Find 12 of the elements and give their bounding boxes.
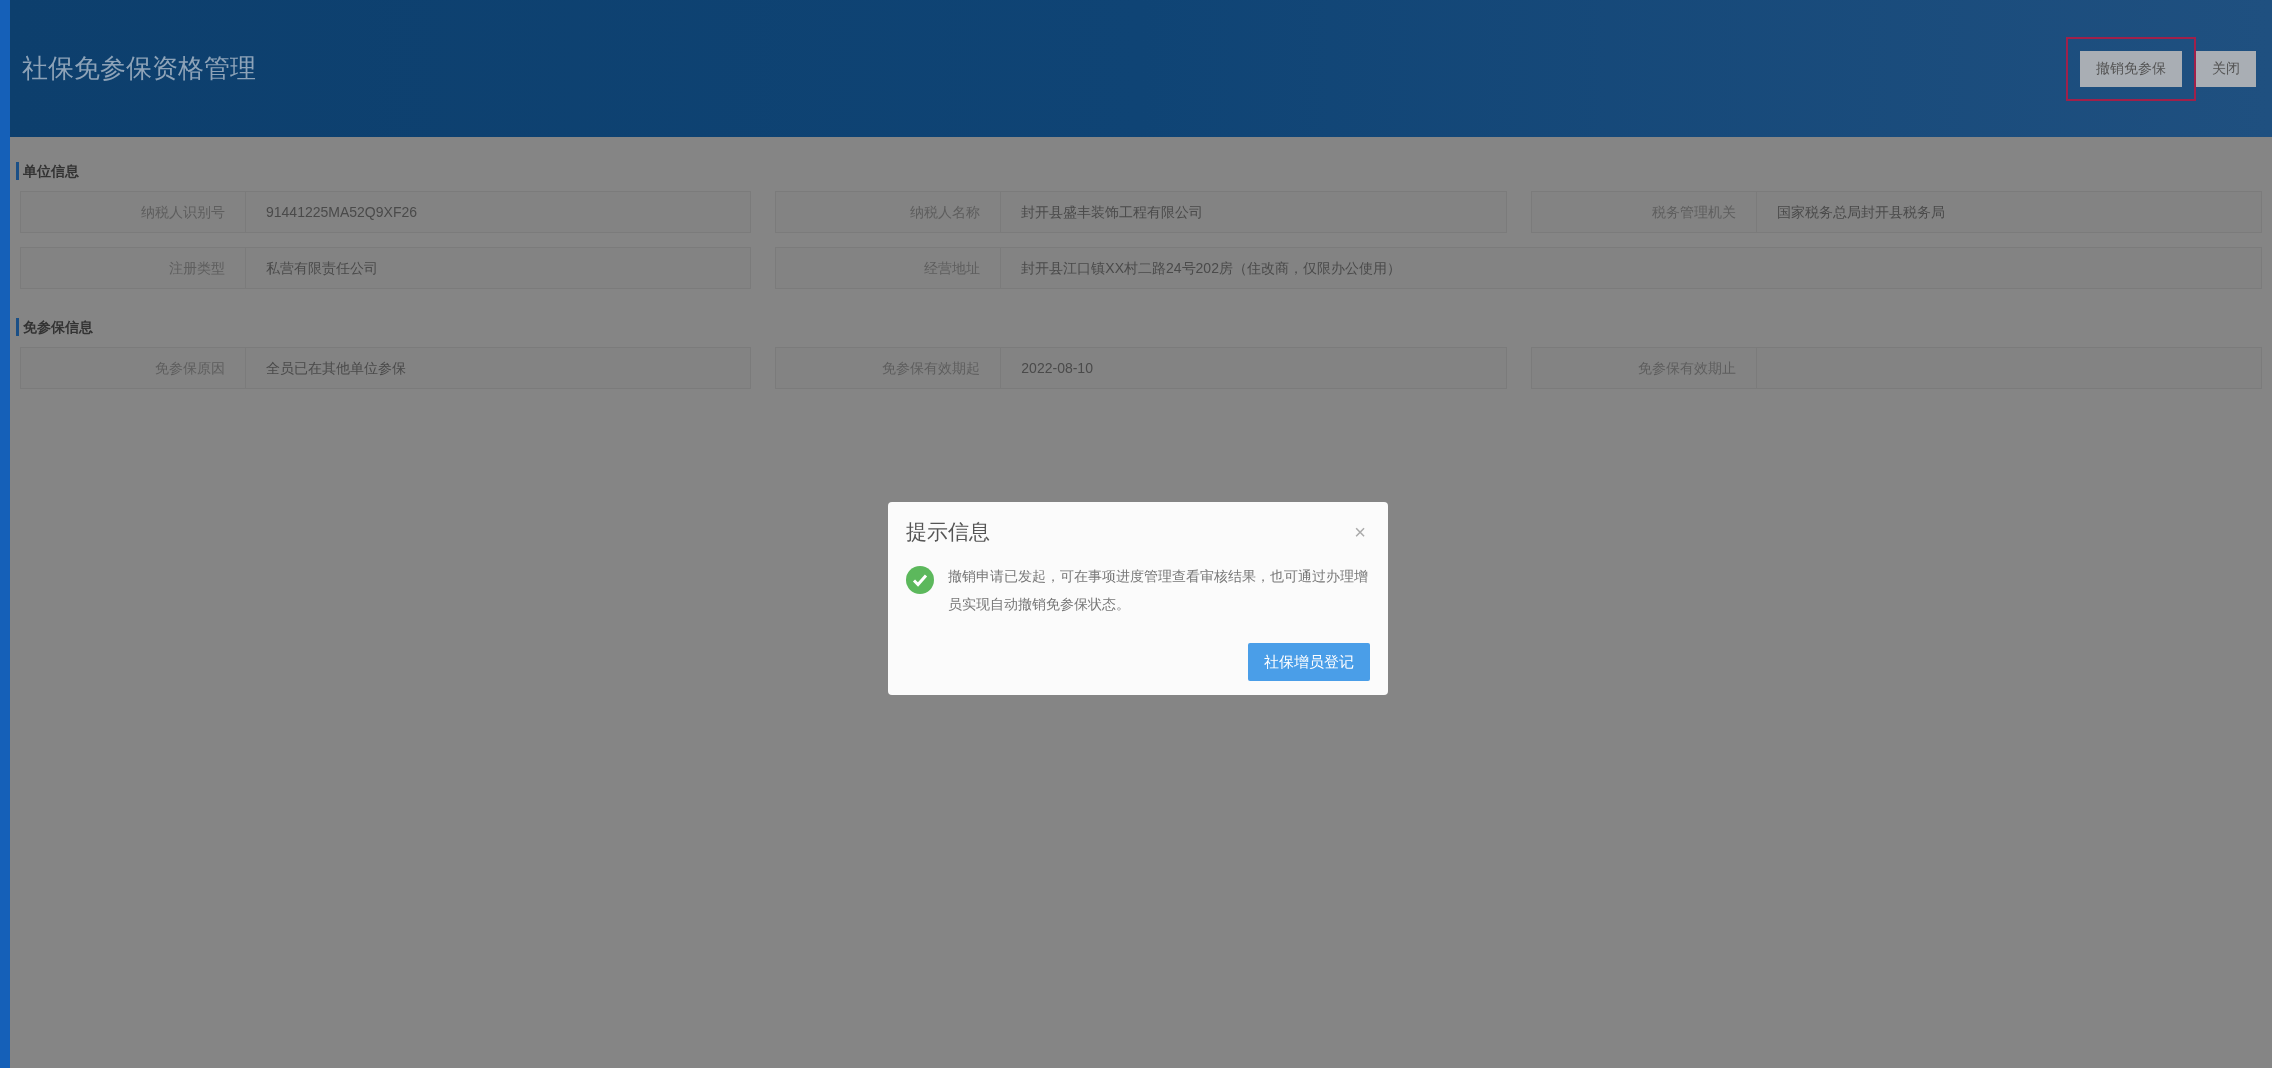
- field-value: 91441225MA52Q9XF26: [266, 202, 417, 222]
- header-button[interactable]: 撤销免参保: [2080, 50, 2182, 87]
- close-button[interactable]: ×: [1350, 516, 1370, 547]
- section-title: 单位信息: [16, 162, 79, 180]
- header-button[interactable]: 关闭: [2196, 50, 2256, 87]
- section-title: 免参保信息: [16, 318, 93, 336]
- page-title: 社保免参保资格管理: [22, 52, 256, 85]
- success-check-icon: [906, 565, 934, 594]
- dialog-message: 撤销申请已发起，可在事项进度管理查看审核结果，也可通过办理增员实现自动撤销免参保状态。: [948, 566, 1369, 614]
- dialog-title: 提示信息: [906, 519, 990, 545]
- register-button[interactable]: 社保增员登记: [1248, 643, 1370, 681]
- field-value: 2022-08-10: [1021, 358, 1093, 378]
